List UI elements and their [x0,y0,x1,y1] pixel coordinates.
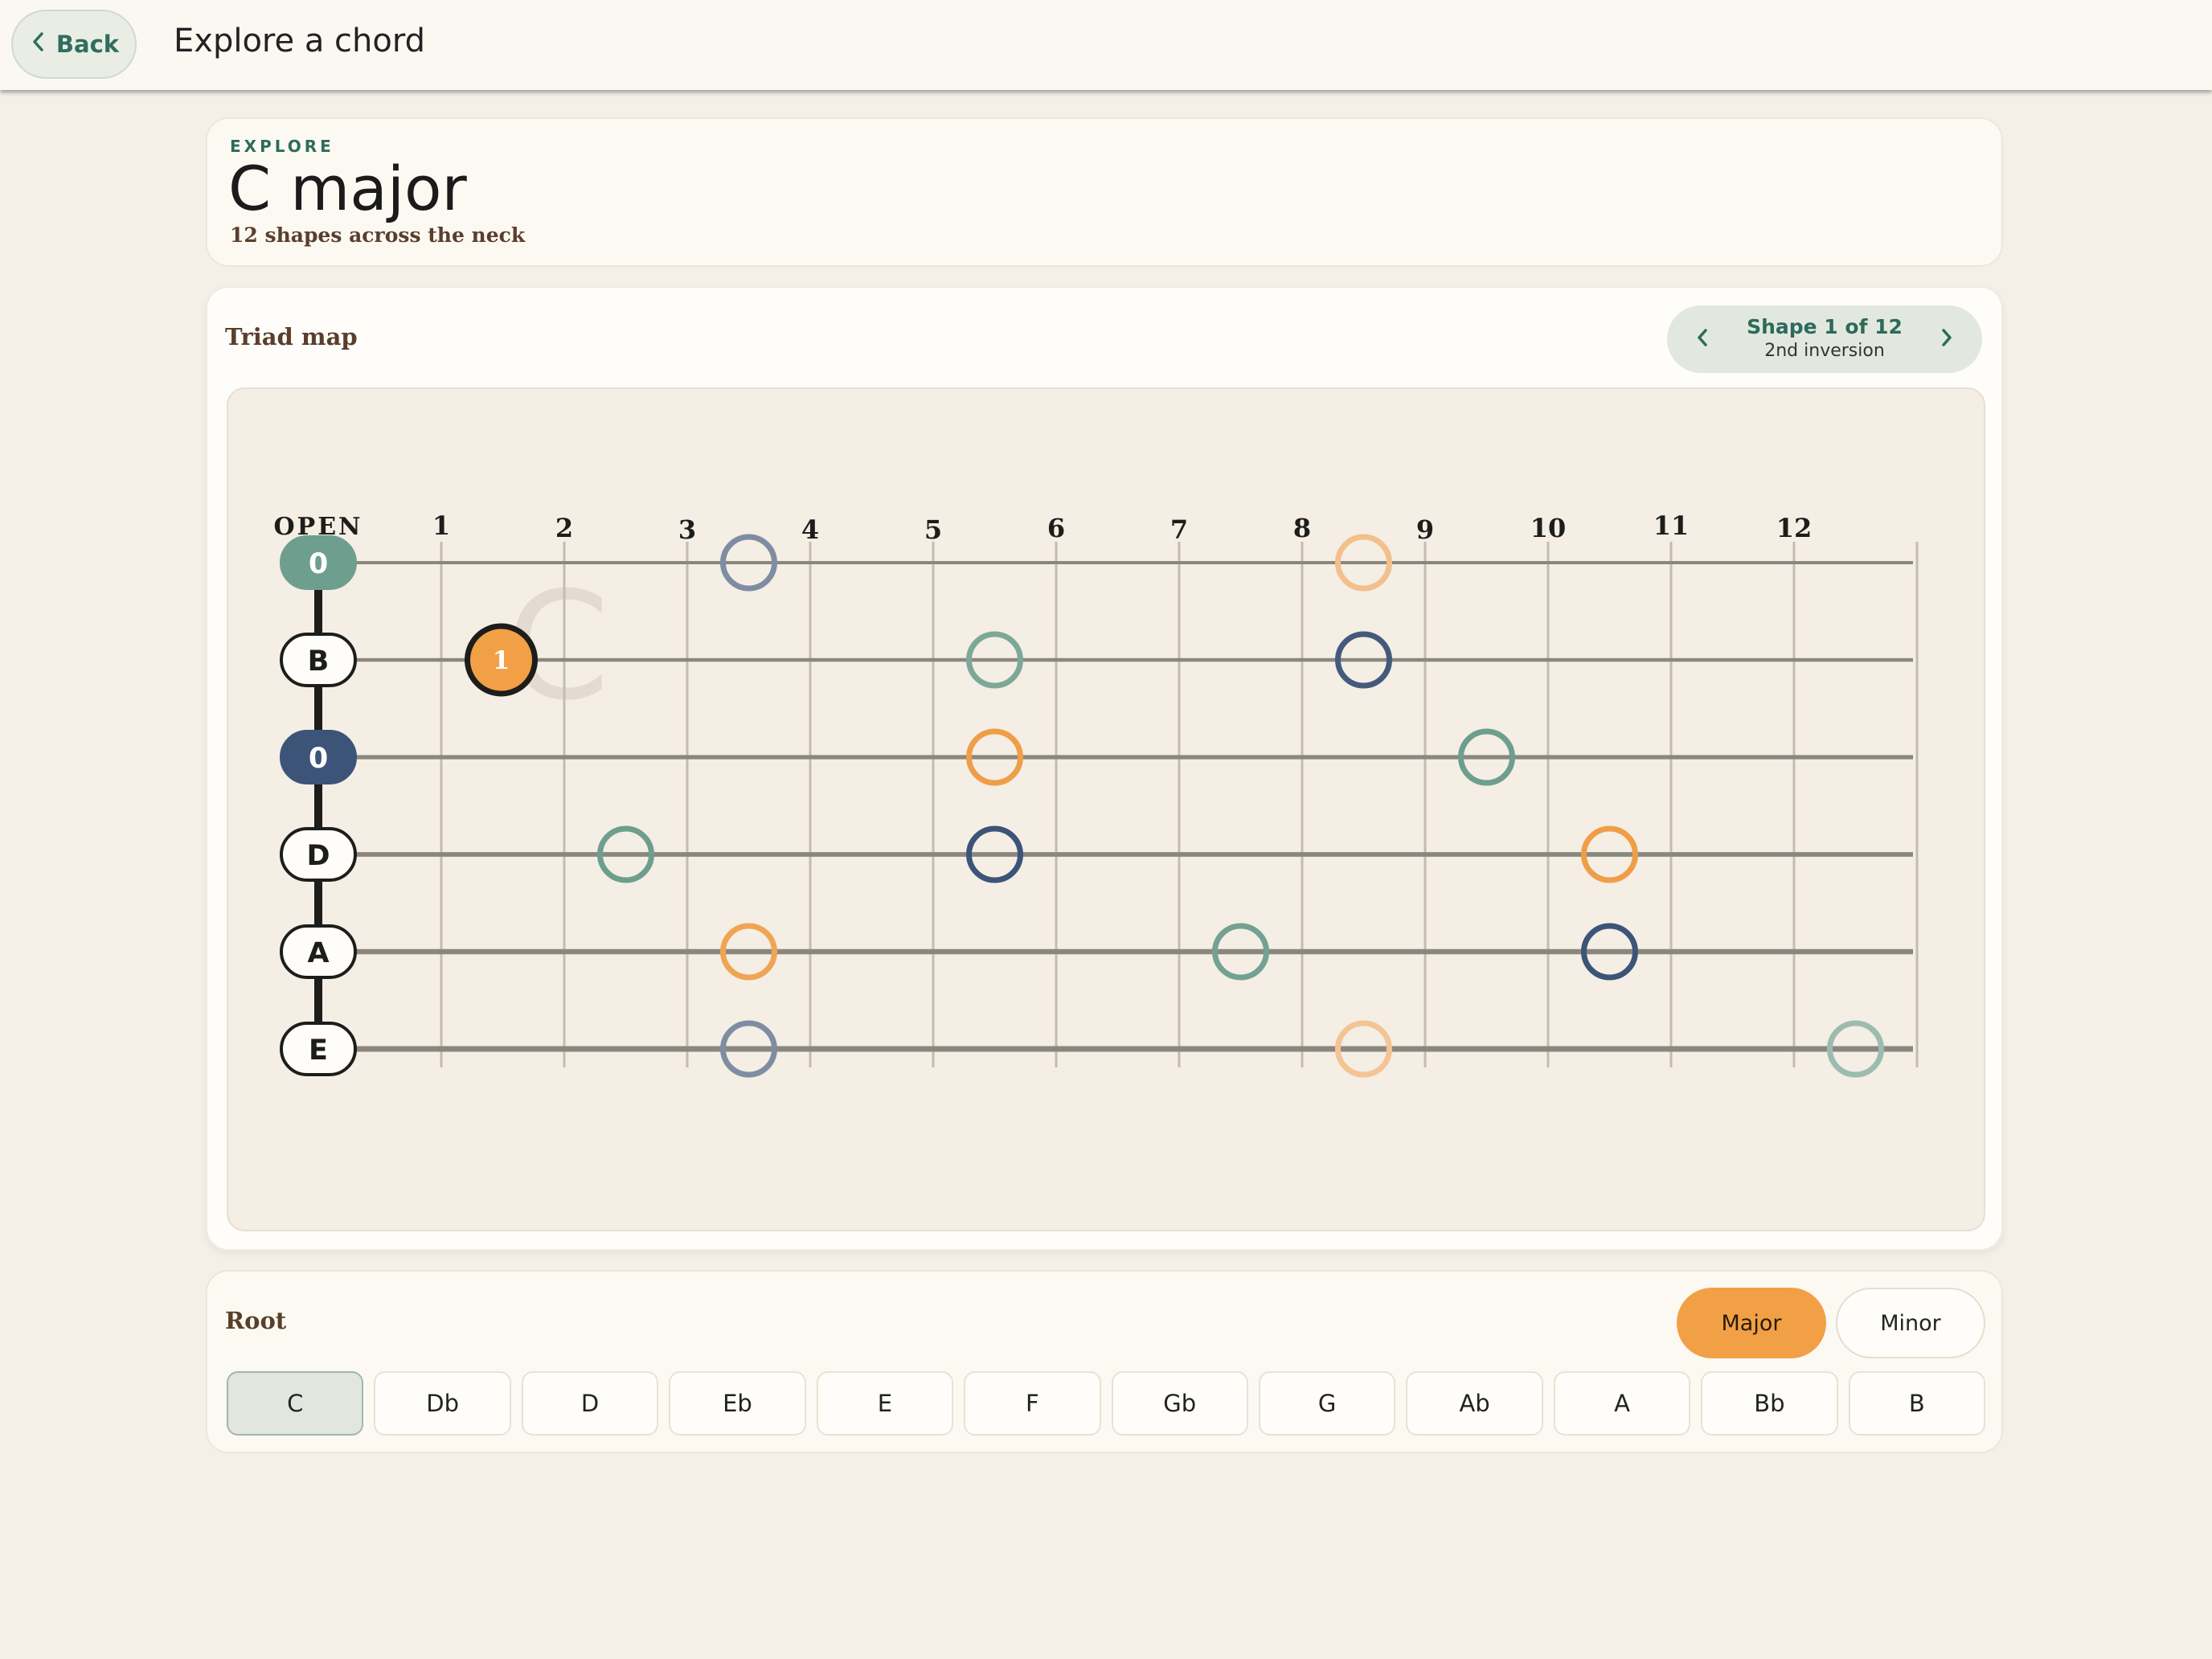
fret-number: 10 [1530,513,1567,543]
fret-number: 3 [678,514,696,545]
root-button-db[interactable]: Db [374,1371,511,1436]
fret-number: 8 [1293,513,1311,543]
fret-number: 5 [924,514,942,545]
root-label: Root [225,1307,287,1334]
chord-header-card: EXPLORE C major 12 shapes across the nec… [206,117,2003,267]
minor-toggle[interactable]: Minor [1836,1288,1985,1358]
next-shape-button[interactable] [1931,323,1963,355]
active-note-label: 1 [493,646,510,675]
fret-number: 4 [801,514,819,545]
root-button-ab[interactable]: Ab [1406,1371,1543,1436]
root-button-d[interactable]: D [521,1371,659,1436]
triad-map-label: Triad map [225,323,358,350]
fretboard: C OPEN 1 2 3 4 5 6 7 8 9 10 11 12 0B0DAE 1 [227,387,1985,1231]
fret-number: 9 [1416,514,1434,545]
major-toggle[interactable]: Major [1677,1288,1826,1358]
root-button-c[interactable]: C [227,1371,364,1436]
string-label: 0 [309,548,328,580]
back-button[interactable]: Back [11,10,137,79]
root-note-list: C Db D Eb E F Gb G Ab A Bb B [227,1371,1986,1436]
root-button-a[interactable]: A [1553,1371,1691,1436]
chord-subtitle: 12 shapes across the neck [230,223,526,247]
root-button-f[interactable]: F [964,1371,1101,1436]
root-button-g[interactable]: G [1258,1371,1396,1436]
string-label: 0 [309,743,328,775]
root-button-bb[interactable]: Bb [1701,1371,1838,1436]
fretboard-diagram: C OPEN 1 2 3 4 5 6 7 8 9 10 11 12 0B0DAE 1 [274,510,1919,1078]
fret-number: 6 [1047,513,1065,543]
root-button-e[interactable]: E [816,1371,954,1436]
fret-number: 7 [1170,514,1188,545]
string-label: D [306,840,330,872]
page-title: Explore a chord [174,23,425,59]
chevron-left-icon [29,30,48,59]
root-button-b[interactable]: B [1848,1371,1986,1436]
back-label: Back [55,31,120,58]
top-bar: Back Explore a chord [0,0,2212,90]
fret-number: 12 [1776,513,1813,543]
fret-number: 1 [432,510,450,541]
fret-number: 2 [555,513,573,543]
root-button-eb[interactable]: Eb [669,1371,806,1436]
root-button-gb[interactable]: Gb [1111,1371,1248,1436]
triad-map-card: Triad map Shape 1 of 12 2nd inversion C … [206,286,2003,1251]
chevron-right-icon [1938,326,1956,353]
string-label: E [309,1034,328,1067]
shape-navigator: Shape 1 of 12 2nd inversion [1667,305,1982,373]
string-label: A [307,937,329,969]
chord-title: C major [228,153,467,224]
fret-number: 11 [1653,510,1690,541]
root-selector-card: Root Major Minor C Db D Eb E F Gb G Ab A Bb B [206,1270,2003,1453]
string-label: B [308,645,330,678]
